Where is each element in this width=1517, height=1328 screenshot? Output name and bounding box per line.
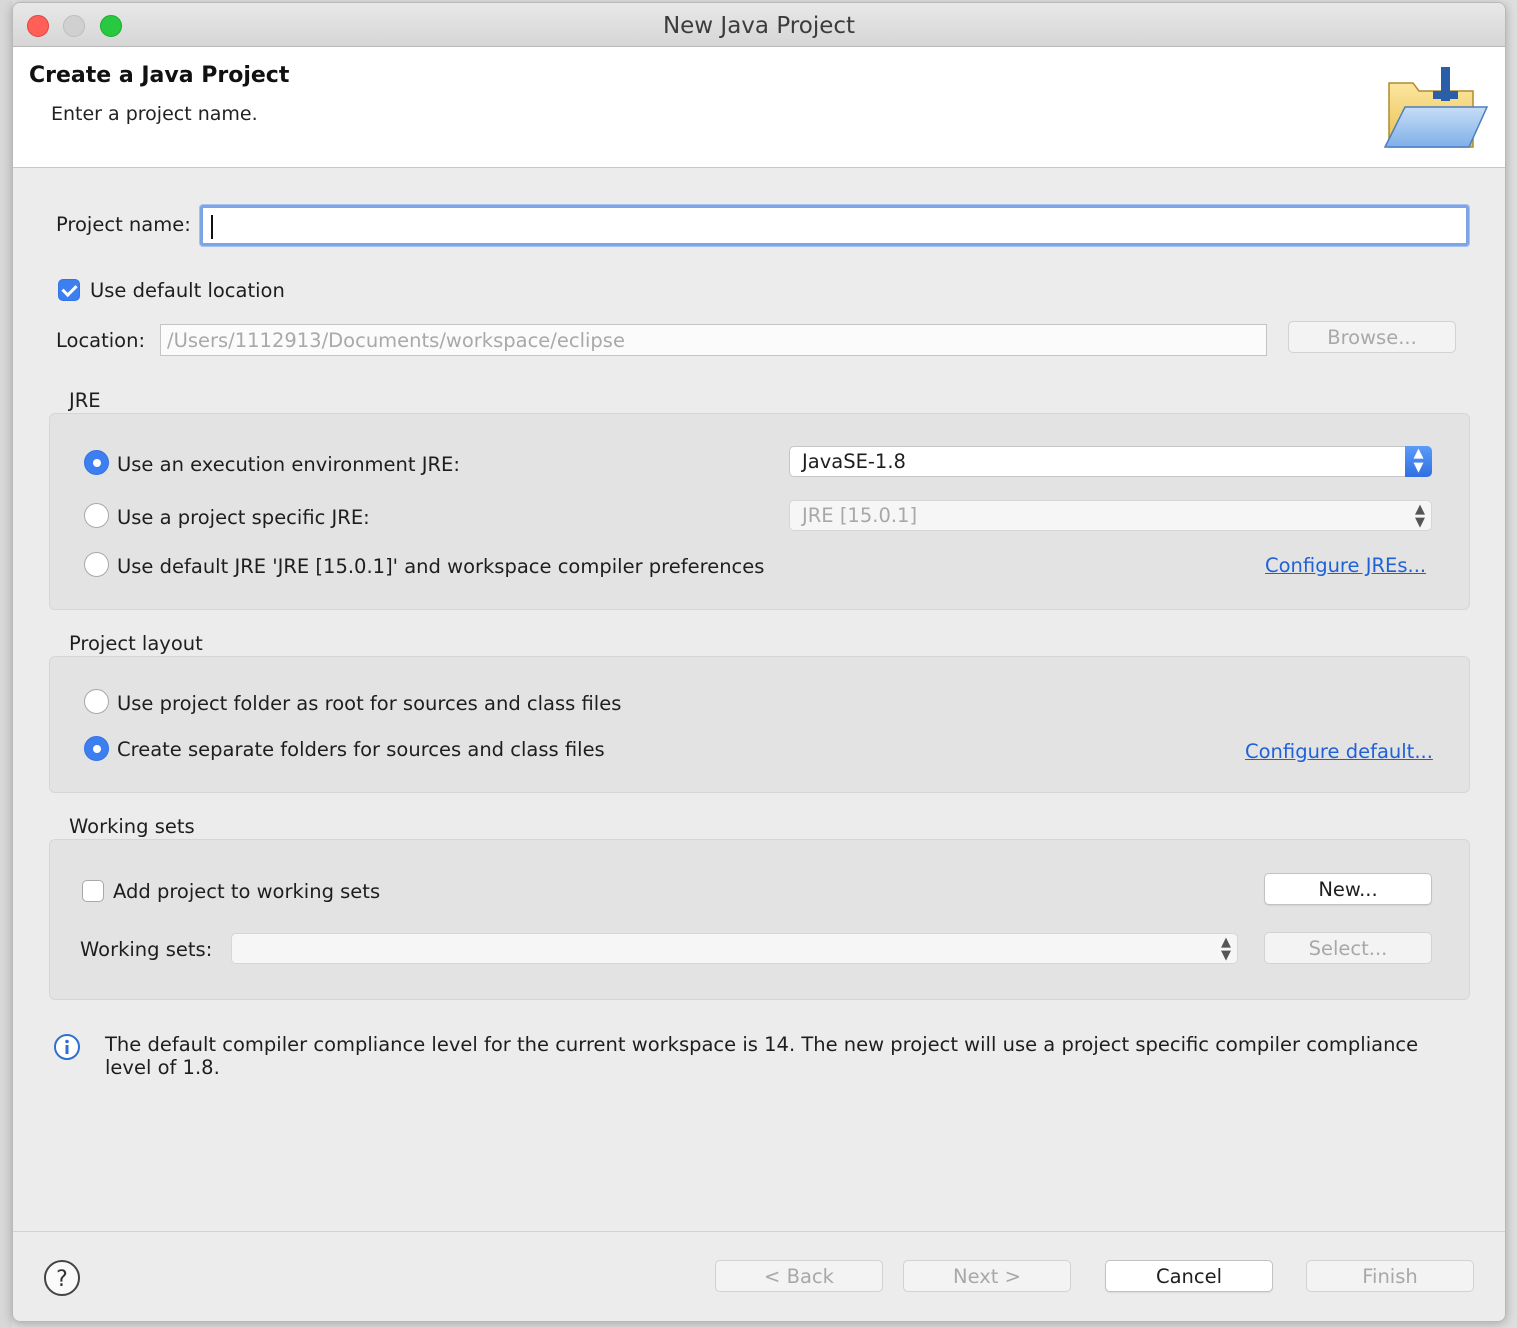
select-working-sets-button[interactable]: Select... [1264,932,1432,964]
layout-option-separate-folders[interactable]: Create separate folders for sources and … [117,738,605,761]
cancel-button[interactable]: Cancel [1105,1260,1273,1292]
configure-default-link[interactable]: Configure default... [1245,740,1433,763]
project-specific-jre-value: JRE [15.0.1] [802,504,918,527]
svg-text:?: ? [56,1267,68,1292]
jre-group-title: JRE [69,389,101,412]
project-name-input[interactable] [200,205,1469,246]
location-input[interactable]: /Users/1112913/Documents/workspace/eclip… [160,324,1267,356]
wizard-title: Create a Java Project [29,63,290,88]
new-working-set-button[interactable]: New... [1264,873,1432,905]
info-icon [54,1034,80,1060]
configure-jres-link[interactable]: Configure JREs... [1265,554,1426,577]
title-bar[interactable]: New Java Project [13,3,1505,47]
working-sets-group-title: Working sets [69,815,195,838]
background-window-edge-left [0,0,12,1328]
project-specific-jre-select[interactable]: JRE [15.0.1] ▲ ▼ [789,500,1432,531]
layout-separate-folders-radio[interactable] [84,736,109,761]
location-label: Location: [56,329,146,352]
jre-default-radio[interactable] [84,552,109,577]
browse-button[interactable]: Browse... [1288,321,1456,353]
layout-option-root-folder[interactable]: Use project folder as root for sources a… [117,692,621,715]
jre-option-project-specific[interactable]: Use a project specific JRE: [117,506,370,529]
jre-execution-environment-radio[interactable] [84,450,109,475]
wizard-header: Create a Java Project Enter a project na… [13,47,1505,168]
jre-option-execution-environment[interactable]: Use an execution environment JRE: [117,453,460,476]
working-sets-group [49,839,1470,1000]
add-to-working-sets-label[interactable]: Add project to working sets [113,880,380,903]
use-default-location-checkbox[interactable] [58,279,80,301]
chevron-up-down-icon: ▲ ▼ [1415,502,1425,530]
wizard-subtitle: Enter a project name. [51,103,258,125]
add-to-working-sets-checkbox[interactable] [82,880,104,902]
help-icon[interactable]: ? [43,1259,81,1297]
new-project-folder-icon [1383,67,1489,148]
working-sets-select[interactable]: ▲ ▼ [231,933,1238,964]
footer-separator [13,1231,1505,1232]
layout-root-folder-radio[interactable] [84,689,109,714]
back-button[interactable]: < Back [715,1260,883,1292]
next-button[interactable]: Next > [903,1260,1071,1292]
chevron-up-down-icon: ▲ ▼ [1405,446,1432,477]
text-caret [211,215,213,239]
execution-environment-value: JavaSE-1.8 [802,450,906,473]
compliance-info-message: The default compiler compliance level fo… [105,1033,1419,1079]
project-layout-group [49,656,1470,793]
project-layout-group-title: Project layout [69,632,203,655]
chevron-up-down-icon: ▲ ▼ [1221,935,1231,963]
jre-option-default[interactable]: Use default JRE 'JRE [15.0.1]' and works… [117,555,764,578]
new-java-project-dialog: New Java Project Create a Java Project E… [12,2,1506,1322]
use-default-location-label[interactable]: Use default location [90,279,285,302]
working-sets-label: Working sets: [80,938,213,961]
window-title: New Java Project [662,13,856,39]
execution-environment-select[interactable]: JavaSE-1.8 ▲ ▼ [789,446,1432,477]
project-name-label: Project name: [56,213,191,236]
jre-project-specific-radio[interactable] [84,503,109,528]
finish-button[interactable]: Finish [1306,1260,1474,1292]
background-window-edge-right [1505,0,1517,1328]
